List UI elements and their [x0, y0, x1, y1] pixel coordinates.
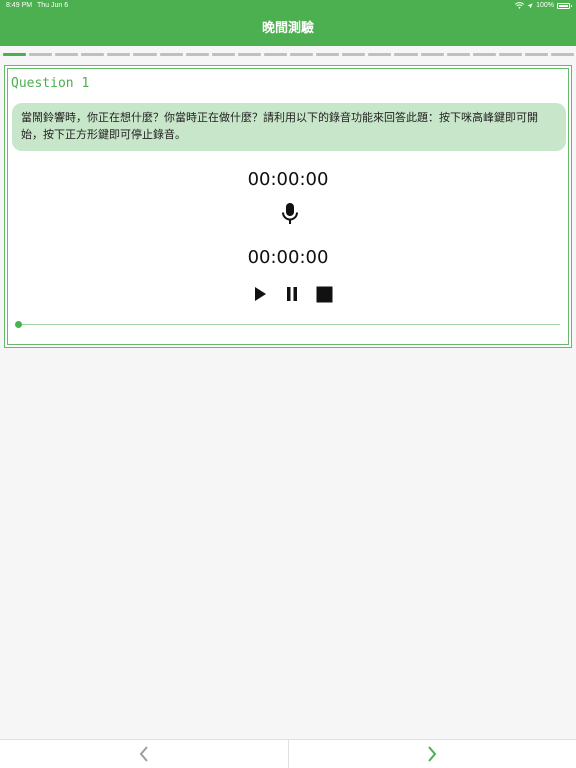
progress-segment [29, 53, 53, 56]
progress-segment [550, 53, 575, 56]
previous-button[interactable] [0, 740, 289, 768]
question-card: Question 1 當鬧鈴響時，你正在想什麼？你當時正在做什麼？請利用以下的錄… [4, 65, 572, 348]
progress-segment [107, 53, 131, 56]
progress-segment [342, 53, 366, 56]
pause-icon[interactable] [282, 284, 302, 304]
question-card-inner: Question 1 當鬧鈴響時，你正在想什麼？你當時正在做什麼？請利用以下的錄… [7, 68, 569, 345]
app-header: 8:49 PM Thu Jun 6 100% 晚間測驗 [0, 0, 576, 46]
progress-segment [368, 53, 392, 56]
bottom-nav [0, 739, 576, 768]
progress-segment [524, 53, 548, 56]
progress-segment [394, 53, 418, 56]
progress-segment [472, 53, 496, 56]
progress-segment [316, 53, 340, 56]
wifi-icon [515, 2, 525, 9]
progress-segment [290, 53, 314, 56]
stop-icon[interactable] [314, 284, 334, 304]
progress-segment [133, 53, 157, 56]
progress-segment [185, 53, 209, 56]
progress-segment [420, 53, 444, 56]
play-icon[interactable] [250, 284, 270, 304]
battery-icon [557, 2, 572, 9]
playback-slider[interactable] [14, 320, 560, 330]
status-date: Thu Jun 6 [37, 2, 69, 9]
location-icon [527, 2, 533, 9]
chevron-left-icon [139, 746, 148, 762]
progress-segment [55, 53, 79, 56]
question-text-bubble: 當鬧鈴響時，你正在想什麼？你當時正在做什麼？請利用以下的錄音功能來回答此題：按下… [12, 103, 566, 151]
question-progress-bar [3, 53, 575, 57]
progress-segment [159, 53, 183, 56]
slider-track [18, 324, 560, 325]
next-button[interactable] [289, 740, 576, 768]
progress-segment [263, 53, 288, 56]
progress-segment [498, 53, 522, 56]
status-right: 100% [515, 2, 572, 9]
progress-segment [237, 53, 261, 56]
playback-controls [250, 284, 334, 304]
microphone-icon[interactable] [280, 202, 300, 226]
slider-thumb[interactable] [15, 321, 22, 328]
record-timer: 00:00:00 [247, 169, 329, 190]
battery-percent: 100% [536, 2, 554, 9]
progress-segment [211, 53, 235, 56]
progress-segment [81, 53, 105, 56]
status-time: 8:49 PM [6, 2, 33, 9]
progress-segment [3, 53, 27, 56]
page-title: 晚間測驗 [261, 21, 314, 36]
chevron-right-icon [428, 746, 437, 762]
playback-timer: 00:00:00 [247, 247, 329, 268]
progress-segment [446, 53, 470, 56]
question-label: Question 1 [11, 76, 90, 91]
status-bar: 8:49 PM Thu Jun 6 100% [0, 0, 576, 12]
